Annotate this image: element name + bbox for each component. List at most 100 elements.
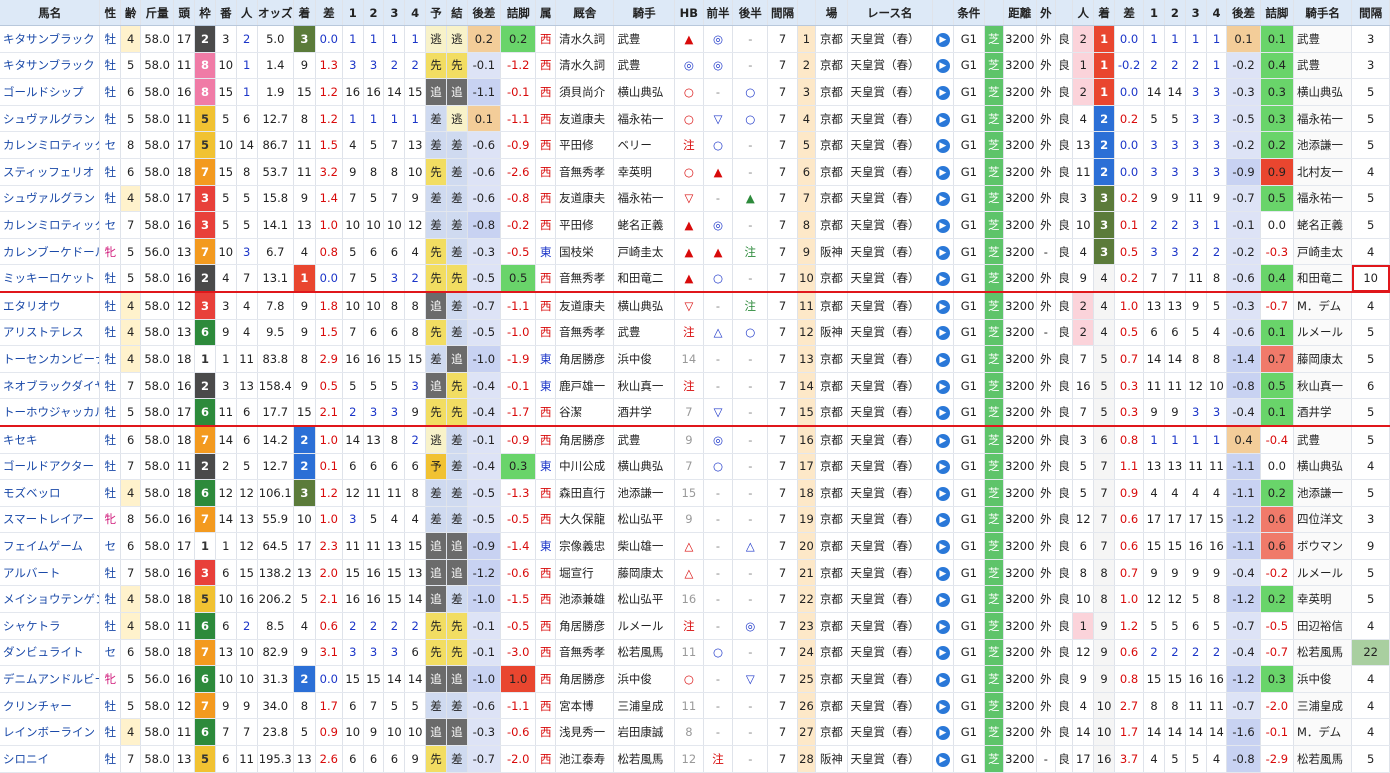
- play-icon[interactable]: ▶: [935, 139, 950, 154]
- race-link-icon[interactable]: ▶: [932, 425, 954, 454]
- cell-name[interactable]: ダンビュライト: [0, 639, 101, 667]
- cell-name[interactable]: デニムアンドルビー: [0, 665, 101, 693]
- play-icon[interactable]: ▶: [935, 192, 950, 207]
- race-link-icon[interactable]: ▶: [932, 479, 954, 507]
- column-header[interactable]: 外: [1036, 0, 1056, 26]
- table-row[interactable]: キセキ牡 6 58.0 18 7 14 6 14.2 2 1.0 14 13 8 2 逃差 -0.1 -0.9 西…: [0, 425, 1390, 454]
- race-link-icon[interactable]: ▶: [932, 319, 954, 347]
- column-header[interactable]: 頭: [173, 0, 196, 26]
- race-link-icon[interactable]: ▶: [932, 264, 954, 293]
- table-row[interactable]: カレンミロティックセ 8 58.0 17 5 10 14 86.7 11 1.5 4 5 7 13 差差 -0…: [0, 131, 1390, 159]
- cell-name[interactable]: スティッフェリオ: [0, 158, 101, 186]
- column-header[interactable]: 騎手名: [1293, 0, 1353, 26]
- play-icon[interactable]: ▶: [935, 673, 950, 688]
- play-icon[interactable]: ▶: [935, 433, 950, 448]
- cell-name[interactable]: フェイムゲーム: [0, 532, 101, 560]
- table-row[interactable]: メイショウテンゲン牡 4 58.0 18 5 10 16 206.2 5 2.1 16 16 15 14 追…: [0, 585, 1390, 614]
- cell-name[interactable]: クリンチャー: [0, 692, 101, 720]
- table-row[interactable]: トーホウジャッカル牡 5 58.0 17 6 11 6 17.7 15 2.1 2 3 3 9 先先 -0.4…: [0, 398, 1390, 427]
- race-link-icon[interactable]: ▶: [932, 131, 954, 159]
- table-row[interactable]: ゴールドアクター牡 7 58.0 11 2 2 5 12.7 2 0.1 6 6 6 6 予差 -0.4 0.3…: [0, 453, 1390, 481]
- race-link-icon[interactable]: ▶: [932, 105, 954, 133]
- race-link-icon[interactable]: ▶: [932, 211, 954, 239]
- table-row[interactable]: シュヴァルグラン牡 4 58.0 17 3 5 5 15.8 9 1.4 7 5 7 9 差差 -0.6 -0.…: [0, 185, 1390, 213]
- column-header[interactable]: 枠: [194, 0, 216, 26]
- race-link-icon[interactable]: ▶: [932, 453, 954, 481]
- race-link-icon[interactable]: ▶: [932, 158, 954, 186]
- column-header[interactable]: 条件: [953, 0, 985, 26]
- race-link-icon[interactable]: ▶: [932, 532, 954, 560]
- race-link-icon[interactable]: ▶: [932, 559, 954, 587]
- column-header[interactable]: 性: [99, 0, 122, 26]
- cell-name[interactable]: シロニイ: [0, 745, 101, 773]
- table-row[interactable]: シロニイ牡 7 58.0 13 5 6 11 195.3 13 2.6 6 6 6 9 先差 -0.7 -2.0…: [0, 745, 1390, 773]
- play-icon[interactable]: ▶: [935, 460, 950, 475]
- play-icon[interactable]: ▶: [935, 379, 950, 394]
- cell-name[interactable]: カレンミロティック: [0, 211, 101, 239]
- column-header[interactable]: 齢: [120, 0, 141, 26]
- cell-name[interactable]: アルバート: [0, 559, 101, 587]
- column-header[interactable]: 後差: [1226, 0, 1261, 26]
- race-link-icon[interactable]: ▶: [932, 25, 954, 53]
- race-link-icon[interactable]: ▶: [932, 665, 954, 693]
- cell-name[interactable]: シュヴァルグラン: [0, 185, 101, 213]
- column-header[interactable]: [984, 0, 1004, 26]
- column-header[interactable]: 4: [1206, 0, 1228, 26]
- play-icon[interactable]: ▶: [935, 566, 950, 581]
- cell-name[interactable]: トーホウジャッカル: [0, 398, 101, 427]
- column-header[interactable]: 結: [446, 0, 468, 26]
- race-link-icon[interactable]: ▶: [932, 585, 954, 614]
- column-header[interactable]: 4: [404, 0, 427, 26]
- column-header[interactable]: 3: [1185, 0, 1207, 26]
- play-icon[interactable]: ▶: [935, 59, 950, 74]
- race-link-icon[interactable]: ▶: [932, 345, 954, 373]
- cell-name[interactable]: キタサンブラック: [0, 52, 101, 80]
- column-header[interactable]: 馬名: [0, 0, 101, 26]
- table-row[interactable]: レインボーライン牡 4 58.0 11 6 7 7 23.8 5 0.9 10 9 10 10 追追 -0.3…: [0, 718, 1390, 747]
- column-header[interactable]: 後差: [467, 0, 502, 26]
- column-header[interactable]: オッズ: [257, 0, 294, 26]
- column-header[interactable]: 騎手: [613, 0, 675, 26]
- play-icon[interactable]: ▶: [935, 619, 950, 634]
- column-header[interactable]: [1055, 0, 1074, 26]
- play-icon[interactable]: ▶: [935, 112, 950, 127]
- table-row[interactable]: スマートレイアー牝 8 56.0 16 7 14 13 55.9 10 1.0 3 5 4 4 差差 -0.5…: [0, 506, 1390, 534]
- table-row[interactable]: トーセンカンビーナ牡 4 58.0 18 1 1 11 83.8 8 2.9 16 16 15 15 差追 -…: [0, 345, 1390, 373]
- column-header[interactable]: 着: [1093, 0, 1115, 26]
- cell-name[interactable]: モズベッロ: [0, 479, 101, 507]
- table-row[interactable]: スティッフェリオ牡 6 58.0 18 7 15 8 53.7 11 3.2 9 8 8 10 先差 -0.6…: [0, 158, 1390, 186]
- table-row[interactable]: カレンミロティックセ 7 58.0 16 3 5 5 14.1 13 1.0 10 10 10 12 差差 -…: [0, 211, 1390, 239]
- column-header[interactable]: 予: [425, 0, 447, 26]
- column-header[interactable]: 前半: [703, 0, 734, 26]
- play-icon[interactable]: ▶: [935, 646, 950, 661]
- column-header[interactable]: 番: [215, 0, 237, 26]
- column-header[interactable]: 人: [1072, 0, 1095, 26]
- column-header[interactable]: [932, 0, 954, 26]
- table-row[interactable]: モズベッロ牡 4 58.0 18 6 12 12 106.1 3 1.2 12 11 11 8 差差 -0.5…: [0, 479, 1390, 507]
- race-link-icon[interactable]: ▶: [932, 612, 954, 640]
- column-header[interactable]: 差: [315, 0, 343, 26]
- play-icon[interactable]: ▶: [935, 272, 950, 287]
- cell-name[interactable]: レインボーライン: [0, 718, 101, 747]
- column-header[interactable]: 斤量: [140, 0, 175, 26]
- race-link-icon[interactable]: ▶: [932, 692, 954, 720]
- play-icon[interactable]: ▶: [935, 165, 950, 180]
- cell-name[interactable]: トーセンカンビーナ: [0, 345, 101, 373]
- table-row[interactable]: シュヴァルグラン牡 5 58.0 11 5 5 6 12.7 8 1.2 1 1 1 1 差逃 0.1 -1.1…: [0, 105, 1390, 133]
- cell-name[interactable]: キセキ: [0, 425, 101, 454]
- race-link-icon[interactable]: ▶: [932, 52, 954, 80]
- play-icon[interactable]: ▶: [935, 593, 950, 608]
- cell-name[interactable]: キタサンブラック: [0, 25, 101, 53]
- play-icon[interactable]: ▶: [935, 486, 950, 501]
- column-header[interactable]: HB: [674, 0, 704, 26]
- column-header[interactable]: 着: [293, 0, 316, 26]
- race-link-icon[interactable]: ▶: [932, 398, 954, 427]
- table-row[interactable]: アリストテレス牡 4 58.0 13 6 9 4 9.5 9 1.5 7 6 6 8 先差 -0.5 -1.0 西…: [0, 319, 1390, 347]
- play-icon[interactable]: ▶: [935, 32, 950, 47]
- play-icon[interactable]: ▶: [935, 726, 950, 741]
- play-icon[interactable]: ▶: [935, 218, 950, 233]
- table-row[interactable]: アルバート牡 7 58.0 16 3 6 15 138.2 13 2.0 15 16 15 13 追追 -1.…: [0, 559, 1390, 587]
- column-header[interactable]: 差: [1114, 0, 1145, 26]
- cell-name[interactable]: シャケトラ: [0, 612, 101, 640]
- table-row[interactable]: ダンビュライトセ 6 58.0 18 7 13 10 82.9 9 3.1 3 3 3 6 先先 -0.1 -3…: [0, 639, 1390, 667]
